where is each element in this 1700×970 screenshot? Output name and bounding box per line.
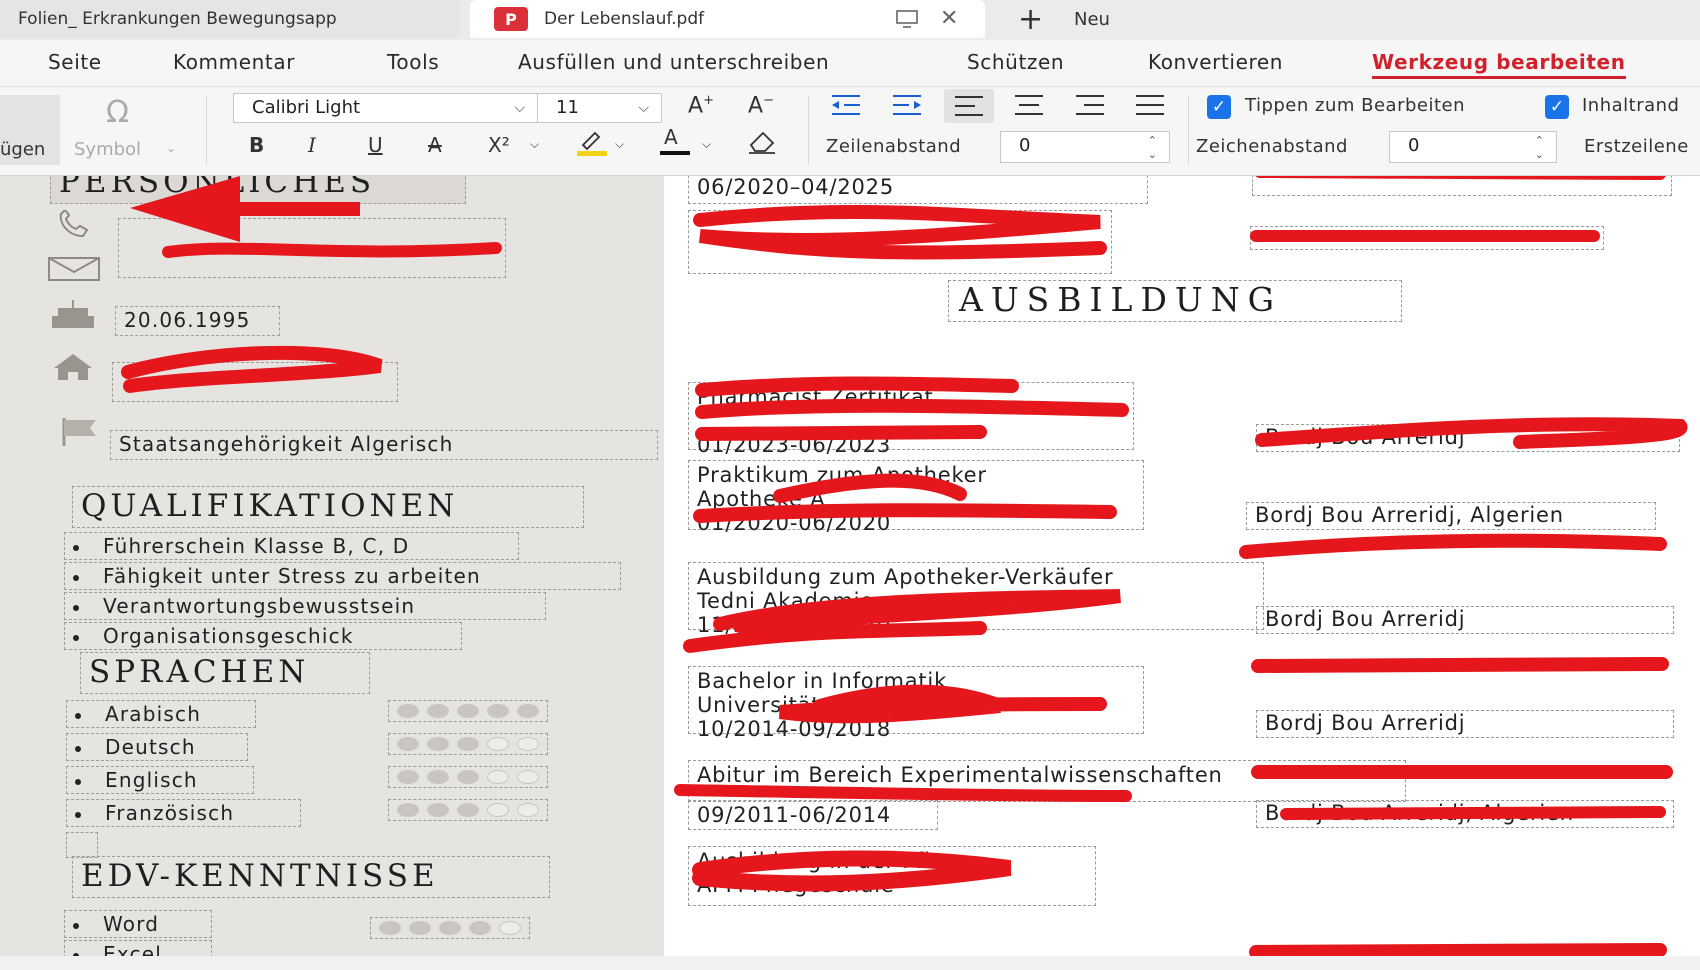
insert-label: ügen [0, 139, 46, 160]
tab-folien[interactable]: Folien_ Erkrankungen Bewegungsapp [0, 0, 460, 38]
menu-schuetzen[interactable]: Schützen [967, 50, 1064, 74]
pdf-icon: P [494, 7, 528, 31]
tab-label: Folien_ Erkrankungen Bewegungsapp [18, 9, 337, 29]
tap-to-edit-label: Tippen zum Bearbeiten [1245, 95, 1466, 116]
redaction-stroke [693, 205, 1107, 260]
divider [808, 95, 809, 165]
redaction-stroke [779, 684, 1107, 724]
chevron-down-icon[interactable]: ⌵ [615, 137, 624, 152]
redaction-stroke [162, 242, 502, 258]
font-color-button[interactable]: A [660, 125, 690, 155]
menu-konvertieren[interactable]: Konvertieren [1148, 50, 1283, 74]
font-size-value: 11 [556, 97, 579, 118]
first-line-label: Erstzeilene [1584, 136, 1689, 157]
plus-icon[interactable]: + [1018, 2, 1043, 37]
chevron-down-icon[interactable]: ⌵ [702, 137, 711, 152]
underline-button[interactable]: U [368, 133, 383, 157]
menu-tools[interactable]: Tools [387, 50, 439, 74]
font-color-letter: A [664, 125, 678, 149]
indent-increase-icon[interactable] [891, 93, 923, 122]
bold-button[interactable]: B [249, 133, 264, 157]
stepper-icon[interactable]: ⌃ ⌄ [1535, 134, 1544, 162]
redaction-stroke [1249, 943, 1667, 956]
menu-seite[interactable]: Seite [48, 50, 102, 74]
char-spacing-value: 0 [1408, 135, 1420, 156]
redaction-stroke [121, 345, 383, 393]
tab-bar: Folien_ Erkrankungen Bewegungsapp P Der … [0, 0, 1700, 40]
chevron-down-icon[interactable]: ⌵ [530, 137, 539, 152]
redaction-stroke [674, 784, 1132, 802]
document-canvas[interactable]: PERSÖNLICHES 20.06.1995 Staatsangehörigk… [0, 176, 1700, 956]
redaction-stroke [1251, 657, 1669, 673]
tap-to-edit-checkbox[interactable]: ✓ [1207, 95, 1231, 119]
status-bar [0, 956, 1700, 970]
stepper-icon[interactable]: ⌃ ⌄ [1148, 134, 1157, 162]
chevron-down-icon: ⌵ [514, 100, 525, 116]
omega-icon: Ω [106, 95, 129, 130]
font-family-value: Calibri Light [252, 97, 361, 118]
redaction-stroke [1255, 417, 1688, 449]
decrease-font-icon[interactable]: A− [748, 93, 774, 118]
close-icon[interactable]: ✕ [940, 6, 958, 31]
increase-font-icon[interactable]: A+ [688, 93, 714, 118]
char-spacing-input[interactable]: 0 ⌃ ⌄ [1389, 131, 1557, 163]
align-center-icon[interactable] [1013, 93, 1045, 122]
redaction-overlay [121, 176, 1688, 956]
line-spacing-input[interactable]: 0 ⌃ ⌄ [1000, 131, 1170, 163]
menu-kommentar[interactable]: Kommentar [173, 50, 295, 74]
line-spacing-value: 0 [1019, 135, 1031, 156]
symbol-label: Symbol [74, 139, 142, 160]
content-border-checkbox[interactable]: ✓ [1545, 95, 1569, 119]
eraser-icon[interactable] [745, 127, 779, 160]
redaction-stroke [1239, 533, 1667, 559]
insert-button[interactable]: ügen [0, 95, 60, 165]
divider [1188, 95, 1189, 165]
redaction-stroke [693, 473, 1117, 523]
italic-button[interactable]: I [308, 133, 316, 157]
char-spacing-label: Zeichenabstand [1196, 136, 1348, 157]
redaction-stroke [1280, 806, 1666, 820]
superscript-button[interactable]: X² [488, 133, 510, 157]
strikethrough-button[interactable]: A [428, 133, 442, 157]
menu-bar: Seite Kommentar Tools Ausfüllen und unte… [0, 40, 1700, 87]
redaction-stroke [692, 850, 1012, 892]
align-left-button[interactable] [944, 89, 994, 123]
new-tab-button[interactable]: Neu [1074, 9, 1110, 30]
tab-label: Der Lebenslauf.pdf [544, 9, 705, 29]
highlight-icon[interactable] [575, 127, 609, 162]
font-size-select[interactable]: 11 ⌵ [537, 93, 662, 123]
menu-werkzeug-bearbeiten[interactable]: Werkzeug bearbeiten [1372, 50, 1626, 79]
font-family-select[interactable]: Calibri Light ⌵ [233, 93, 538, 123]
chevron-down-icon: ⌄ [166, 141, 177, 155]
monitor-icon[interactable] [895, 9, 919, 34]
symbol-button[interactable]: Ω Symbol ⌄ [74, 95, 184, 165]
redaction-stroke [683, 589, 1121, 653]
align-right-icon[interactable] [1074, 93, 1106, 122]
font-color-swatch [660, 151, 690, 155]
align-justify-icon[interactable] [1134, 93, 1166, 122]
chevron-down-icon: ⌵ [638, 100, 649, 116]
menu-ausfuellen[interactable]: Ausfüllen und unterschreiben [518, 50, 829, 74]
indent-decrease-icon[interactable] [830, 93, 862, 122]
line-spacing-label: Zeilenabstand [826, 136, 962, 157]
divider [206, 95, 207, 165]
annotation-arrow [130, 176, 360, 242]
content-border-label: Inhaltrand [1582, 95, 1680, 116]
redaction-stroke [695, 376, 1129, 441]
tab-lebenslauf[interactable]: P Der Lebenslauf.pdf ✕ [470, 0, 985, 38]
edit-toolbar: ügen Ω Symbol ⌄ Calibri Light ⌵ 11 ⌵ A+ … [0, 87, 1700, 176]
